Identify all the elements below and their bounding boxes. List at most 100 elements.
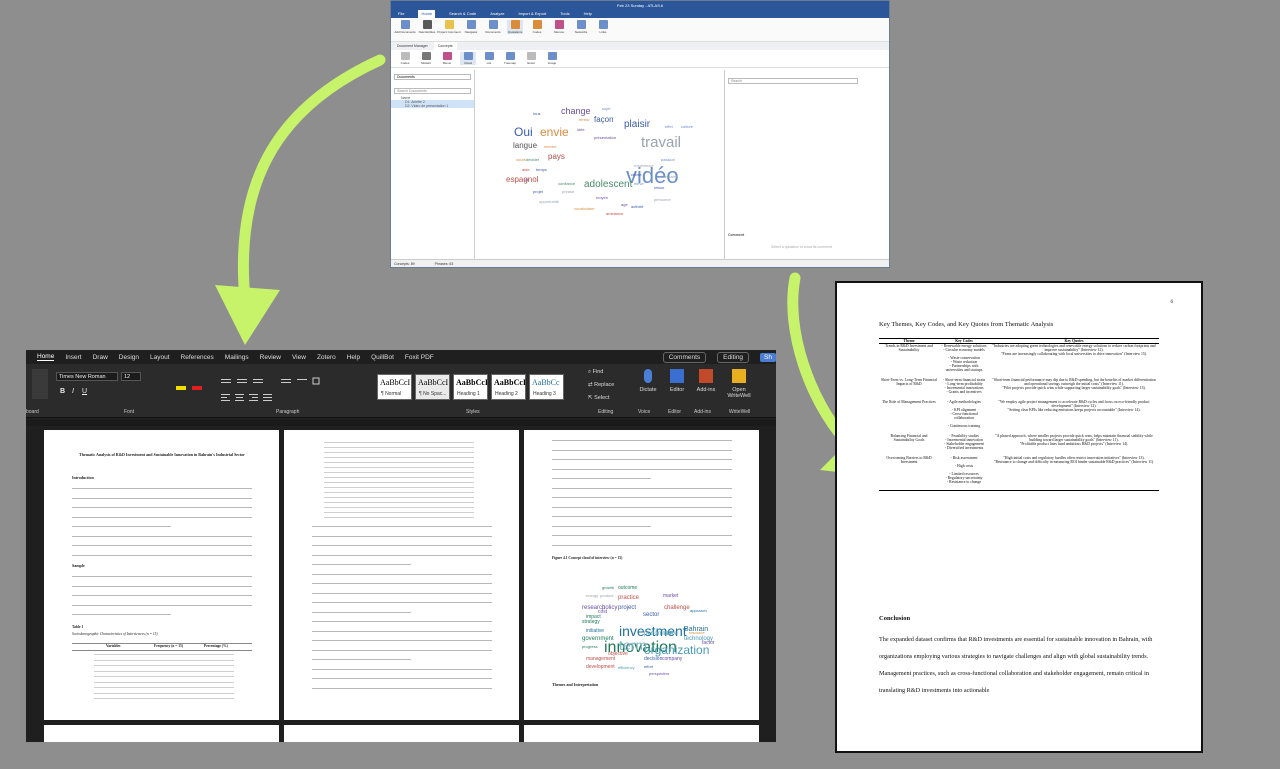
cloud-word[interactable]: idée xyxy=(577,128,585,132)
quotations-button[interactable]: Quotations xyxy=(507,20,523,34)
word-menu-insert[interactable]: Insert xyxy=(65,354,81,361)
word-menu-foxit[interactable]: Foxit PDF xyxy=(405,354,434,361)
cloud-word[interactable]: phrase xyxy=(562,190,574,194)
cloud-word[interactable]: activité xyxy=(631,205,643,209)
cloud-word[interactable]: temps xyxy=(536,168,547,172)
cloud-word[interactable]: espagnol xyxy=(506,176,538,184)
cloud-word[interactable]: retour xyxy=(654,186,664,190)
replace-button[interactable]: ⇄ Replace xyxy=(588,382,614,388)
font-size-select[interactable]: 12 xyxy=(121,372,141,381)
tool-models[interactable]: Models xyxy=(418,52,434,65)
cloud-word[interactable]: culture xyxy=(681,125,693,129)
cloud-word[interactable]: erreur xyxy=(579,118,590,122)
cloud-word[interactable]: mentre xyxy=(544,145,556,149)
cloud-word[interactable]: projet xyxy=(533,190,543,194)
cloud-word[interactable]: langue xyxy=(513,142,537,150)
document-page[interactable] xyxy=(284,430,519,720)
cloud-word[interactable]: aide xyxy=(522,168,530,172)
tool-codes[interactable]: Codes xyxy=(397,52,413,65)
cloud-word[interactable]: confiance xyxy=(558,182,575,186)
word-menu-zotero[interactable]: Zotero xyxy=(317,354,336,361)
tab-concepts[interactable]: Concepts xyxy=(433,42,457,50)
atlas-menu-import-export[interactable]: Import & Export xyxy=(519,10,547,18)
cloud-word[interactable]: élève xyxy=(634,182,644,186)
word-menu-layout[interactable]: Layout xyxy=(150,354,170,361)
share-button[interactable]: Sh xyxy=(760,352,776,362)
underline-button[interactable]: U xyxy=(82,388,87,395)
word-menu-help[interactable]: Help xyxy=(347,354,360,361)
atlas-menu-search-code[interactable]: Search & Code xyxy=(449,10,476,18)
navigator-button[interactable]: Navigator xyxy=(463,20,479,34)
document-page[interactable] xyxy=(524,725,759,742)
word-menu-references[interactable]: References xyxy=(181,354,214,361)
select-button[interactable]: ⇱ Select xyxy=(588,395,609,401)
memos-button[interactable]: Memos xyxy=(551,20,567,34)
cloud-word[interactable]: adolescent xyxy=(584,180,632,190)
style-heading-2[interactable]: AaBbCcI Heading 2 xyxy=(491,374,526,400)
document-filter-select[interactable]: Documents xyxy=(394,74,471,80)
document-page[interactable]: Figure 4.1 Concept cloud of interview (n… xyxy=(524,430,759,720)
clipboard-paste-icon[interactable] xyxy=(32,369,48,399)
cloud-word[interactable]: ambiance xyxy=(606,212,623,216)
cloud-word[interactable]: sujet xyxy=(602,107,610,111)
cloud-word[interactable]: Oui xyxy=(514,126,533,138)
tool-memo[interactable]: Memo xyxy=(439,52,455,65)
cloud-word[interactable]: travail xyxy=(641,135,681,150)
cloud-word[interactable]: opportunité xyxy=(539,200,559,204)
cloud-word[interactable]: expérience xyxy=(634,164,654,168)
cloud-word[interactable]: façon xyxy=(594,116,614,124)
tool-list[interactable]: List xyxy=(481,52,497,65)
cloud-word[interactable]: présentation xyxy=(594,136,616,140)
word-menu-design[interactable]: Design xyxy=(119,354,139,361)
word-menu-view[interactable]: View xyxy=(292,354,306,361)
font-color-icon[interactable] xyxy=(192,386,202,390)
cloud-word[interactable]: pays xyxy=(548,153,565,161)
word-menu-mailings[interactable]: Mailings xyxy=(225,354,249,361)
editing-mode-button[interactable]: Editing xyxy=(717,351,750,363)
search-documents-input[interactable]: Search Documents xyxy=(394,88,471,94)
atlas-menu-tools[interactable]: Tools xyxy=(560,10,569,18)
bold-button[interactable]: B xyxy=(60,388,65,395)
cloud-word[interactable]: age xyxy=(621,203,628,207)
project-comment-button[interactable]: Project Comment xyxy=(437,20,461,34)
tool-image[interactable]: Image xyxy=(544,52,560,65)
networks-button[interactable]: Networks xyxy=(573,20,589,34)
word-menu-quillbot[interactable]: QuillBot xyxy=(371,354,394,361)
style-no-spacing[interactable]: AaBbCcI ¶ No Spac... xyxy=(415,374,450,400)
style-heading-3[interactable]: AaBbCc Heading 3 xyxy=(529,374,564,400)
cloud-word[interactable]: vocabulaire xyxy=(574,207,594,211)
cloud-word[interactable]: décider xyxy=(526,158,539,162)
comments-button[interactable]: Comments xyxy=(662,351,707,363)
document-page[interactable] xyxy=(284,725,519,742)
font-name-select[interactable]: Times New Roman xyxy=(56,372,118,381)
writewell-button[interactable]: Open WriteWell xyxy=(723,369,755,399)
word-menu-home[interactable]: Home xyxy=(37,353,55,361)
italic-button[interactable]: I xyxy=(72,388,74,395)
atlas-menu-analyze[interactable]: Analyze xyxy=(490,10,504,18)
tool-excel[interactable]: Excel xyxy=(523,52,539,65)
document-page-6[interactable]: 6 Key Themes, Key Codes, and Key Quotes … xyxy=(835,281,1203,753)
document-page[interactable]: Thematic Analysis of R&D Investment and … xyxy=(44,430,279,720)
document-item[interactable]: D2: Video de presentation 1 xyxy=(391,104,474,108)
documents-button[interactable]: Documents xyxy=(485,20,501,34)
cloud-word[interactable]: tous xyxy=(533,112,541,116)
tool-treemap[interactable]: Treemap xyxy=(502,52,518,65)
paragraph-list-controls[interactable] xyxy=(221,372,351,385)
add-ins-button[interactable]: Add-ins xyxy=(692,369,720,393)
tab-document-manager[interactable]: Document Manager xyxy=(393,42,432,50)
atlas-menu-file[interactable]: File xyxy=(398,10,404,18)
cloud-word[interactable]: effet xyxy=(665,125,673,129)
cloud-word[interactable]: change xyxy=(561,107,591,116)
highlight-color-icon[interactable] xyxy=(176,386,186,390)
cloud-word[interactable]: nécessaire xyxy=(658,175,677,179)
style-heading-1[interactable]: AaBbCcI Heading 1 xyxy=(453,374,488,400)
word-menu-draw[interactable]: Draw xyxy=(93,354,108,361)
style-normal[interactable]: AaBbCcI ¶ Normal xyxy=(377,374,412,400)
codes-button[interactable]: Codes xyxy=(529,20,545,34)
editor-button[interactable]: Editor xyxy=(663,369,691,393)
document-page[interactable] xyxy=(44,725,279,742)
cloud-word[interactable]: vie xyxy=(524,178,529,182)
cloud-word[interactable]: envie xyxy=(540,126,569,138)
cloud-word[interactable]: chose xyxy=(631,173,642,177)
links-button[interactable]: Links xyxy=(595,20,611,34)
